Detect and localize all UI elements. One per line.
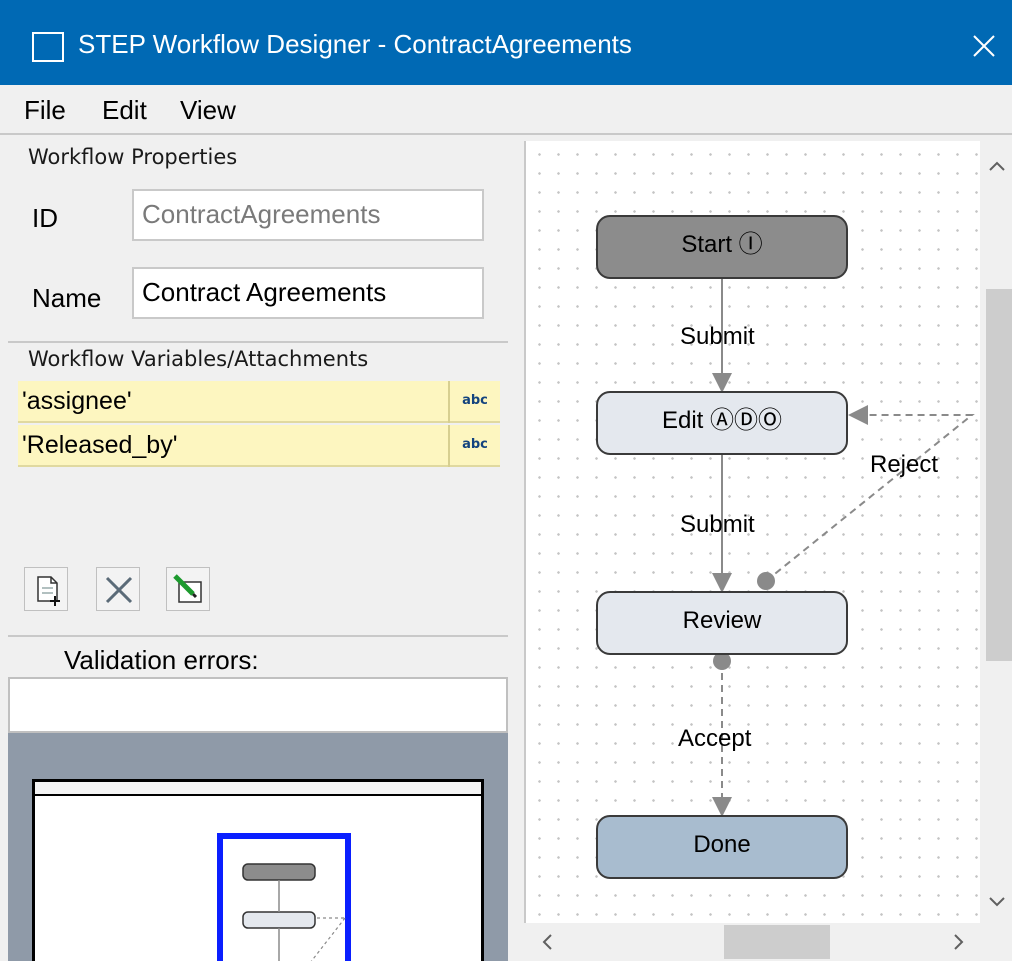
edge-label-submit[interactable]: Submit (680, 323, 755, 351)
delete-variable-button[interactable] (96, 567, 140, 611)
edge-label-accept[interactable]: Accept (678, 725, 751, 753)
scroll-left-icon[interactable] (532, 925, 562, 959)
menu-file[interactable]: File (24, 95, 66, 126)
edge-label-reject[interactable]: Reject (870, 451, 938, 479)
horizontal-scrollbar[interactable] (524, 923, 980, 961)
horizontal-scroll-thumb[interactable] (724, 925, 830, 959)
menu-view[interactable]: View (180, 95, 236, 126)
app-window-icon (32, 32, 64, 62)
menu-bar: File Edit View (0, 85, 1012, 135)
overview-minimap (217, 833, 351, 961)
review-node[interactable]: Review (596, 591, 848, 655)
vertical-scrollbar[interactable] (982, 141, 1012, 921)
add-variable-button[interactable] (24, 567, 68, 611)
overview-viewport (217, 833, 351, 961)
diagram-overview[interactable] (8, 733, 508, 961)
done-node[interactable]: Done (596, 815, 848, 879)
edit-node[interactable]: Edit ⒶⒹⓄ (596, 391, 848, 455)
id-label: ID (32, 203, 58, 233)
scroll-down-icon[interactable] (982, 887, 1012, 917)
menu-edit[interactable]: Edit (102, 95, 147, 126)
close-icon (973, 35, 995, 57)
validation-errors-box (8, 677, 508, 733)
name-label: Name (32, 283, 102, 313)
window-title: STEP Workflow Designer - ContractAgreeme… (78, 29, 632, 59)
start-node[interactable]: Start Ⓘ (596, 215, 848, 279)
section-divider (8, 635, 508, 637)
title-bar: STEP Workflow Designer - ContractAgreeme… (0, 0, 1012, 85)
scroll-right-icon[interactable] (944, 925, 974, 959)
reject-origin-dot (757, 572, 775, 590)
edge-label-submit[interactable]: Submit (680, 511, 755, 539)
variable-row[interactable]: 'Released_by' abc (18, 425, 500, 467)
overview-start-node (242, 863, 316, 881)
name-field[interactable]: Contract Agreements (132, 267, 484, 319)
string-type-icon: abc (448, 425, 500, 467)
variable-name: 'Released_by' (22, 431, 178, 459)
workflow-canvas-panel: Start Ⓘ Edit ⒶⒹⓄ Review Done Submit Reje… (520, 137, 1012, 961)
workflow-canvas[interactable]: Start Ⓘ Edit ⒶⒹⓄ Review Done Submit Reje… (524, 141, 980, 923)
vertical-scroll-thumb[interactable] (986, 289, 1012, 661)
overview-edit-node (242, 911, 316, 929)
properties-panel: Workflow Properties ID ContractAgreement… (0, 137, 520, 961)
edit-pencil-icon (173, 574, 202, 603)
edit-variable-button[interactable] (166, 567, 210, 611)
add-variable-icon (37, 576, 60, 606)
section-divider (8, 341, 508, 343)
variable-row[interactable]: 'assignee' abc (18, 381, 500, 423)
overview-canvas (32, 779, 484, 961)
variable-name: 'assignee' (22, 387, 132, 415)
close-button[interactable] (952, 18, 1012, 74)
string-type-icon: abc (448, 381, 500, 423)
delete-icon (105, 576, 133, 604)
workflow-properties-heading: Workflow Properties (28, 145, 238, 169)
id-field: ContractAgreements (132, 189, 484, 241)
scroll-up-icon[interactable] (982, 151, 1012, 181)
workflow-variables-heading: Workflow Variables/Attachments (28, 347, 369, 371)
validation-errors-label: Validation errors: (64, 645, 259, 675)
